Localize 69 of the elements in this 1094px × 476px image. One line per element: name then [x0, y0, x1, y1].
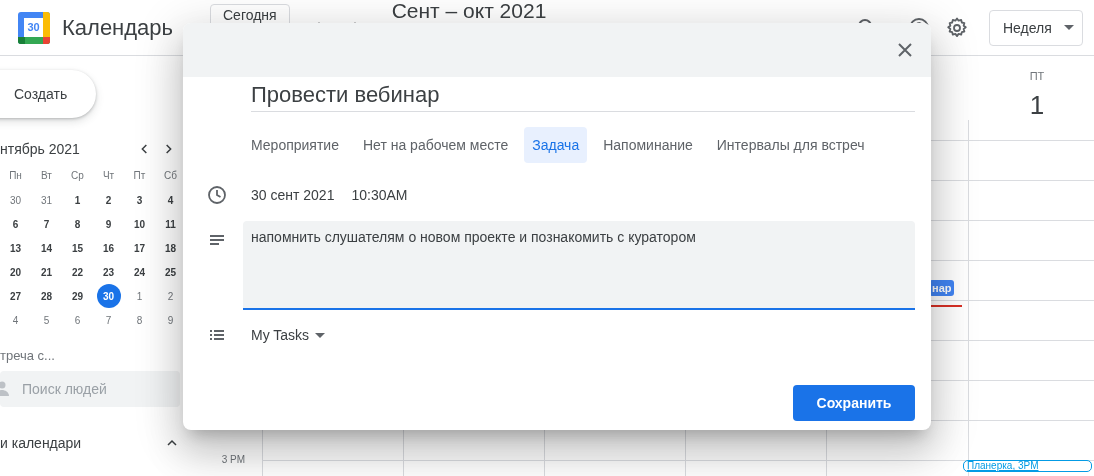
- weekday-label: Сб: [163, 169, 178, 183]
- calendar-day[interactable]: 13: [3, 236, 28, 260]
- save-button[interactable]: Сохранить: [793, 385, 915, 421]
- calendar-day[interactable]: 23: [96, 260, 121, 284]
- calendar-day[interactable]: 30: [3, 188, 28, 212]
- calendar-day[interactable]: 4: [158, 188, 183, 212]
- calendar-day[interactable]: 8: [65, 212, 90, 236]
- calendar-day[interactable]: 22: [65, 260, 90, 284]
- task-time[interactable]: 10:30AM: [351, 187, 408, 203]
- create-button[interactable]: Создать: [0, 70, 96, 118]
- calendar-day[interactable]: 20: [3, 260, 28, 284]
- view-dropdown[interactable]: Неделя: [989, 9, 1083, 46]
- people-search-field[interactable]: Поиск людей: [0, 371, 180, 407]
- app-name: Календарь: [62, 14, 174, 41]
- weekday-label: Чт: [101, 169, 116, 183]
- my-calendars-heading: и календари: [0, 435, 82, 451]
- date-number[interactable]: 1: [967, 90, 1094, 121]
- type-tab[interactable]: Напоминание: [595, 127, 701, 163]
- description-field[interactable]: напомнить слушателям о новом проекте и познакомить с куратором: [243, 221, 915, 310]
- time-label: 3 PM: [221, 454, 245, 465]
- calendar-day[interactable]: 31: [34, 188, 59, 212]
- meet-with-heading: треча с...: [0, 348, 56, 363]
- calendar-day[interactable]: 14: [34, 236, 59, 260]
- calendar-day[interactable]: 28: [34, 284, 59, 308]
- calendar-day[interactable]: 11: [158, 212, 183, 236]
- calendar-day[interactable]: 5: [34, 308, 59, 332]
- calendar-day[interactable]: 15: [65, 236, 90, 260]
- calendar-day[interactable]: 8: [127, 308, 152, 332]
- calendar-day[interactable]: 17: [127, 236, 152, 260]
- calendar-day[interactable]: 25: [158, 260, 183, 284]
- type-tab[interactable]: Нет на рабочем месте: [354, 127, 517, 163]
- calendar-day[interactable]: 9: [96, 212, 121, 236]
- month-title: нтябрь 2021: [0, 141, 81, 157]
- calendar-day[interactable]: 27: [3, 284, 28, 308]
- calendar-day[interactable]: 7: [96, 308, 121, 332]
- calendar-day[interactable]: 21: [34, 260, 59, 284]
- calendar-day[interactable]: 2: [158, 284, 183, 308]
- task-date[interactable]: 30 сент 2021: [251, 187, 335, 203]
- calendar-day[interactable]: 10: [127, 212, 152, 236]
- settings-icon[interactable]: [945, 15, 969, 40]
- calendar-day[interactable]: 3: [127, 188, 152, 212]
- calendar-day[interactable]: 1: [65, 188, 90, 212]
- calendar-day[interactable]: 16: [96, 236, 121, 260]
- weekday-label: Ср: [70, 169, 85, 183]
- caret-icon: [1064, 25, 1074, 30]
- calendar-day[interactable]: 2: [96, 188, 121, 212]
- calendar-day[interactable]: 30: [96, 284, 121, 308]
- type-tab[interactable]: Интервалы для встреч: [708, 127, 873, 163]
- calendar-day[interactable]: 6: [65, 308, 90, 332]
- task-list-dropdown[interactable]: My Tasks: [251, 327, 310, 343]
- type-tab[interactable]: Задача: [524, 127, 588, 163]
- calendar-day[interactable]: 4: [3, 308, 28, 332]
- calendar-day[interactable]: 6: [3, 212, 28, 236]
- title-field[interactable]: Провести вебинар: [251, 78, 915, 112]
- clock-icon: [207, 185, 227, 205]
- weekday-label: Вт: [40, 169, 53, 183]
- calendar-day[interactable]: 1: [127, 284, 152, 308]
- date-range: Сент – окт 2021: [391, 0, 547, 22]
- weekday-label: Пн: [8, 169, 23, 183]
- calendar-day[interactable]: 24: [127, 260, 152, 284]
- app-logo: 30: [18, 11, 50, 44]
- type-tab[interactable]: Мероприятие: [243, 127, 347, 163]
- calendar-day[interactable]: 29: [65, 284, 90, 308]
- calendar-day[interactable]: 18: [158, 236, 183, 260]
- calendar-day[interactable]: 7: [34, 212, 59, 236]
- calendar-day[interactable]: 9: [158, 308, 183, 332]
- caret-icon[interactable]: [315, 332, 326, 338]
- weekday-label: ПТ: [1028, 70, 1046, 82]
- weekday-label: Пт: [132, 169, 147, 183]
